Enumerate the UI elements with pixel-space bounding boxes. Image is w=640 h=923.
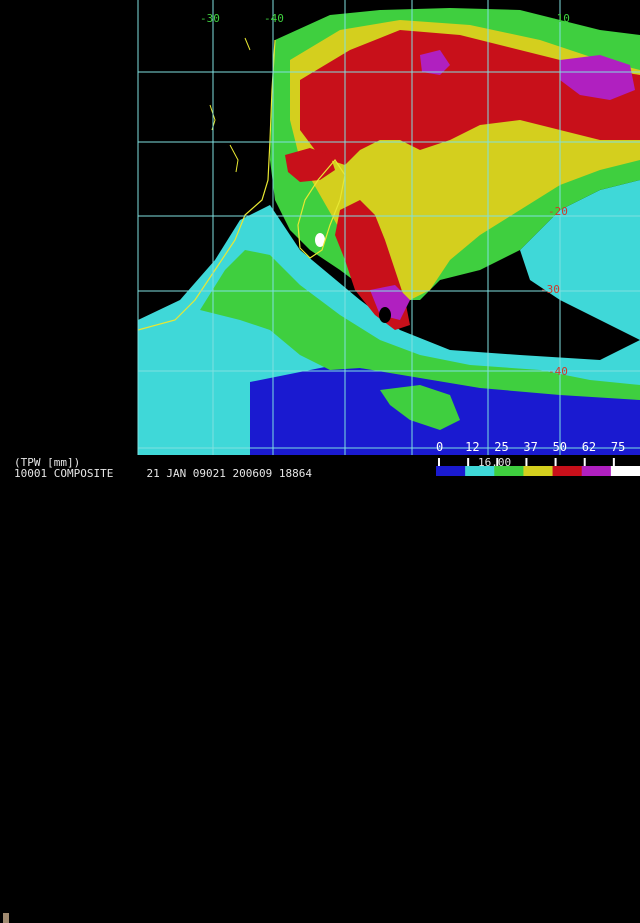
longitude-label: -40 — [264, 12, 284, 25]
colorbar-tick-label: 50 — [552, 440, 568, 454]
colorbar-tick-mark — [612, 458, 615, 466]
black-missing-spot — [379, 307, 391, 323]
colorbar-segment — [552, 466, 583, 476]
colorbar-tick-label: 12 — [465, 440, 480, 454]
colorbar-tick-label: 75 — [610, 440, 626, 454]
colorbar-segment — [436, 466, 466, 476]
colorbar-tick-label: 25 — [494, 440, 509, 454]
colorbar-segment — [581, 466, 612, 476]
colorbar-tick-label: 62 — [581, 440, 597, 454]
longitude-label: -30 — [200, 12, 220, 25]
colorbar-tick-mark — [496, 458, 499, 466]
colorbar-segment — [523, 466, 554, 476]
colorbar-tick-label: 0 — [436, 440, 444, 454]
latitude-label: -20 — [548, 205, 568, 218]
tpw-composite-map — [0, 0, 640, 455]
colorbar-tick-label: 37 — [523, 440, 538, 454]
latitude-label: -30 — [540, 283, 560, 296]
colorbar-segment — [610, 466, 640, 476]
colorbar-segment — [494, 466, 524, 476]
frame-info: 10001 COMPOSITE 21 JAN 09021 200609 1886… — [14, 467, 313, 480]
tpw-colorbar — [436, 458, 640, 476]
latitude-label: -40 — [548, 365, 568, 378]
frame-marker — [3, 913, 9, 923]
colorbar-tick-mark — [554, 458, 557, 466]
colorbar-tick-mark — [525, 458, 528, 466]
colorbar-tick-mark — [467, 458, 470, 466]
longitude-label: -10 — [550, 12, 570, 25]
colorbar-tick-mark — [583, 458, 586, 466]
colorbar-segment — [465, 466, 495, 476]
colorbar-tick-mark — [438, 458, 440, 466]
